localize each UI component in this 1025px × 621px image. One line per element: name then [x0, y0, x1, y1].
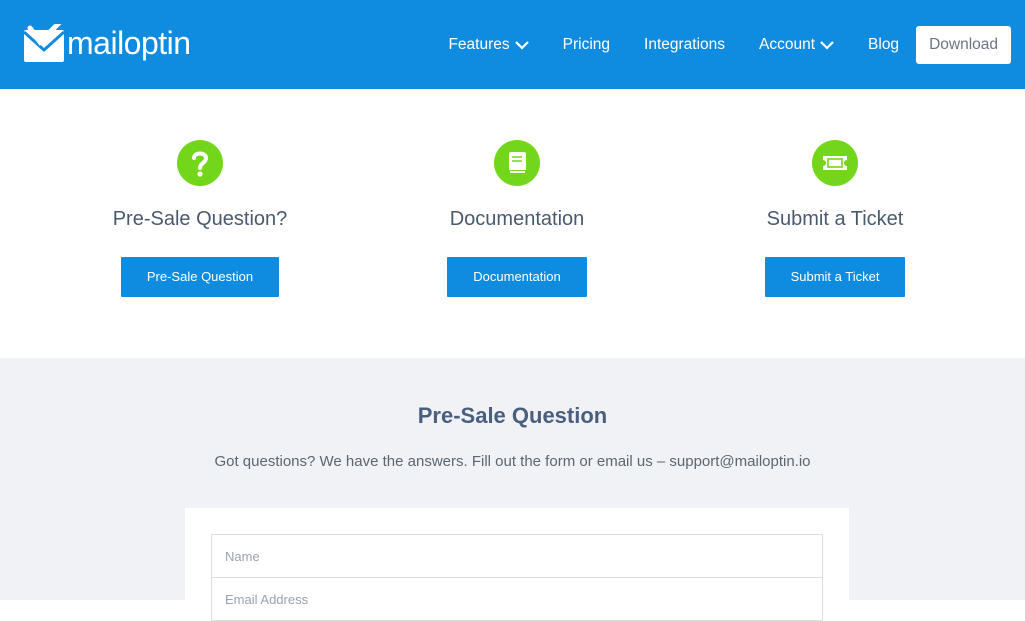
- email-input[interactable]: [211, 577, 823, 621]
- nav-pricing-label: Pricing: [562, 35, 611, 53]
- mail-check-icon: [22, 19, 66, 62]
- nav-integrations[interactable]: Integrations: [644, 36, 725, 54]
- chevron-down-icon: [514, 40, 529, 50]
- nav-account[interactable]: Account: [759, 36, 834, 54]
- book-icon: [494, 140, 540, 186]
- site-header: mailoptin Features Pricing Integrations …: [0, 0, 1025, 89]
- nav-account-label: Account: [759, 35, 816, 53]
- ticket-icon: [812, 140, 858, 186]
- nav-blog-label: Blog: [868, 35, 900, 53]
- chevron-down-icon: [820, 40, 834, 50]
- logo-text: mailoptin: [67, 25, 191, 61]
- card-documentation: Documentation Documentation: [417, 140, 617, 297]
- card-title: Pre-Sale Question?: [112, 208, 288, 230]
- main-nav: Features Pricing Integrations Account Bl…: [448, 0, 1011, 89]
- nav-features-label: Features: [448, 35, 510, 53]
- card-presale: Pre-Sale Question? Pre-Sale Question: [100, 140, 300, 297]
- presale-form: [185, 508, 849, 621]
- name-input[interactable]: [211, 534, 823, 578]
- section-title: Pre-Sale Question: [417, 403, 608, 428]
- presale-question-button[interactable]: Pre-Sale Question: [120, 257, 280, 297]
- submit-ticket-button[interactable]: Submit a Ticket: [764, 257, 906, 297]
- card-title: Submit a Ticket: [766, 208, 904, 230]
- card-ticket: Submit a Ticket Submit a Ticket: [735, 140, 935, 297]
- documentation-button[interactable]: Documentation: [447, 257, 587, 297]
- question-icon: [177, 140, 223, 186]
- nav-blog[interactable]: Blog: [868, 36, 899, 54]
- nav-pricing[interactable]: Pricing: [563, 36, 610, 54]
- section-subtitle: Got questions? We have the answers. Fill…: [214, 453, 811, 470]
- logo[interactable]: mailoptin: [22, 19, 191, 62]
- card-title: Documentation: [449, 208, 585, 230]
- download-button[interactable]: Download: [916, 25, 1011, 64]
- nav-features[interactable]: Features: [448, 35, 529, 54]
- nav-integrations-label: Integrations: [644, 35, 726, 53]
- presale-section: Pre-Sale Question Got questions? We have…: [0, 358, 1025, 621]
